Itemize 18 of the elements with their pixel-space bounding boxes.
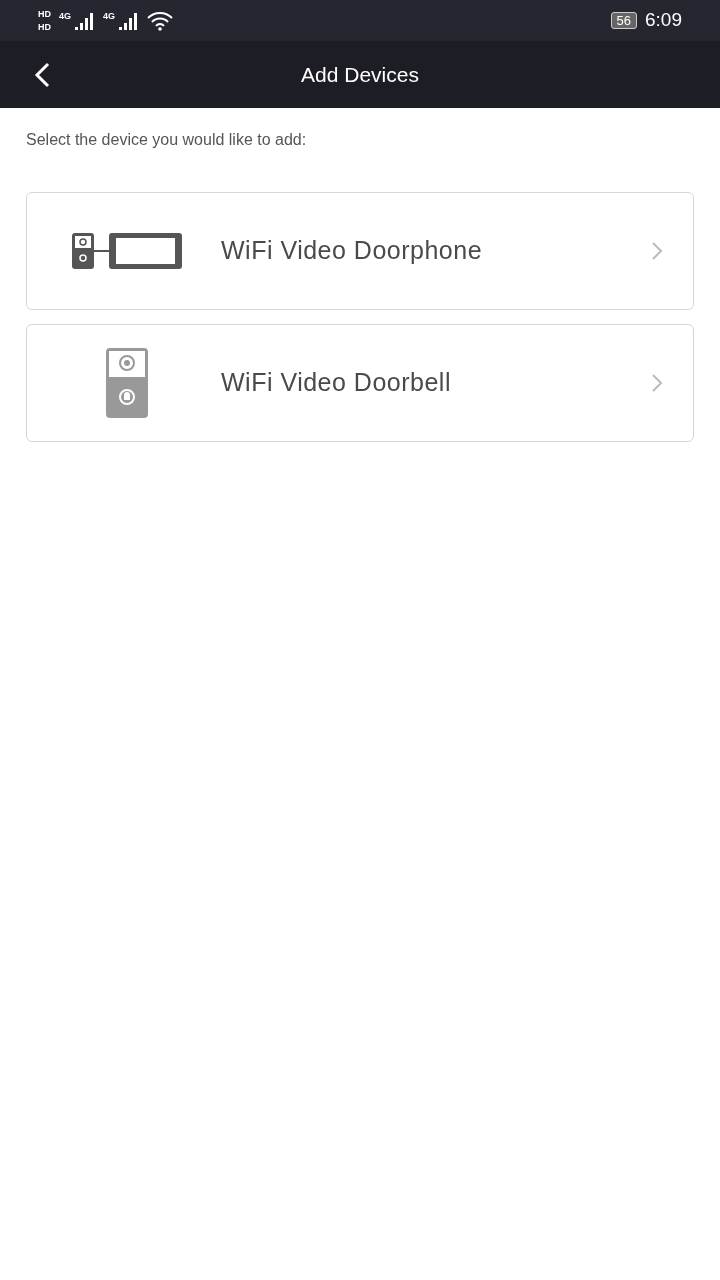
network-type: 4G [59,11,71,21]
signal-icon [75,11,95,30]
page-title: Add Devices [301,61,419,88]
instruction-text: Select the device you would like to add: [26,130,308,150]
clock: 6:09 [645,8,682,33]
signal-icon [119,11,140,30]
chevron-icon [651,373,663,393]
device-option[interactable]: WiFi Video Doorphone [26,192,694,310]
back-icon [34,61,50,88]
network-type: 4G [103,11,116,21]
sim-label: HD [38,22,51,32]
chevron-icon [651,241,663,261]
battery-level: 56 [610,12,637,29]
wifi-icon [147,10,174,31]
doorbell-icon [105,347,149,419]
doorphone-icon [71,232,183,270]
device-option[interactable]: WiFi Video Doorbell [26,324,694,442]
sim-label: HD [38,9,51,19]
